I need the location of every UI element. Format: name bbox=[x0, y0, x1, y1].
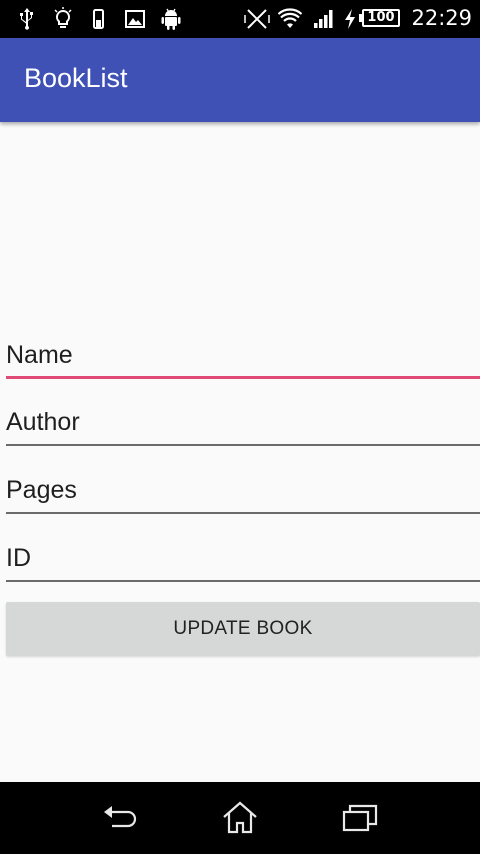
nav-bar bbox=[0, 782, 480, 854]
status-bar: 100 22:29 bbox=[0, 0, 480, 38]
id-field[interactable] bbox=[6, 538, 480, 578]
android-icon bbox=[161, 8, 181, 30]
wifi-icon bbox=[278, 8, 302, 28]
battery-icon: 100 bbox=[362, 9, 400, 27]
image-icon bbox=[125, 10, 145, 28]
screen: 100 22:29 BookList UPDATE BOOK bbox=[0, 0, 480, 854]
pages-field-container bbox=[6, 470, 480, 514]
usb-icon bbox=[20, 8, 33, 30]
pages-field-underline bbox=[6, 512, 480, 514]
signal-icon bbox=[314, 10, 333, 28]
recents-icon[interactable] bbox=[340, 800, 380, 836]
author-field-underline bbox=[6, 444, 480, 446]
app-title: BookList bbox=[24, 63, 128, 93]
home-icon[interactable] bbox=[220, 800, 260, 836]
update-book-button[interactable]: UPDATE BOOK bbox=[6, 602, 480, 656]
pages-field[interactable] bbox=[6, 470, 480, 510]
app-bar: BookList bbox=[0, 38, 480, 122]
id-field-underline bbox=[6, 580, 480, 582]
id-field-container bbox=[6, 538, 480, 582]
author-field[interactable] bbox=[6, 402, 480, 442]
lightbulb-icon bbox=[54, 7, 72, 28]
name-field-container bbox=[6, 335, 480, 379]
name-field[interactable] bbox=[6, 335, 480, 375]
vibrate-off-icon bbox=[244, 9, 270, 29]
name-field-underline bbox=[6, 376, 480, 379]
device-icon bbox=[93, 9, 104, 29]
author-field-container bbox=[6, 402, 480, 446]
charging-icon bbox=[345, 9, 355, 29]
status-time: 22:29 bbox=[411, 6, 472, 30]
back-icon[interactable] bbox=[100, 800, 140, 836]
